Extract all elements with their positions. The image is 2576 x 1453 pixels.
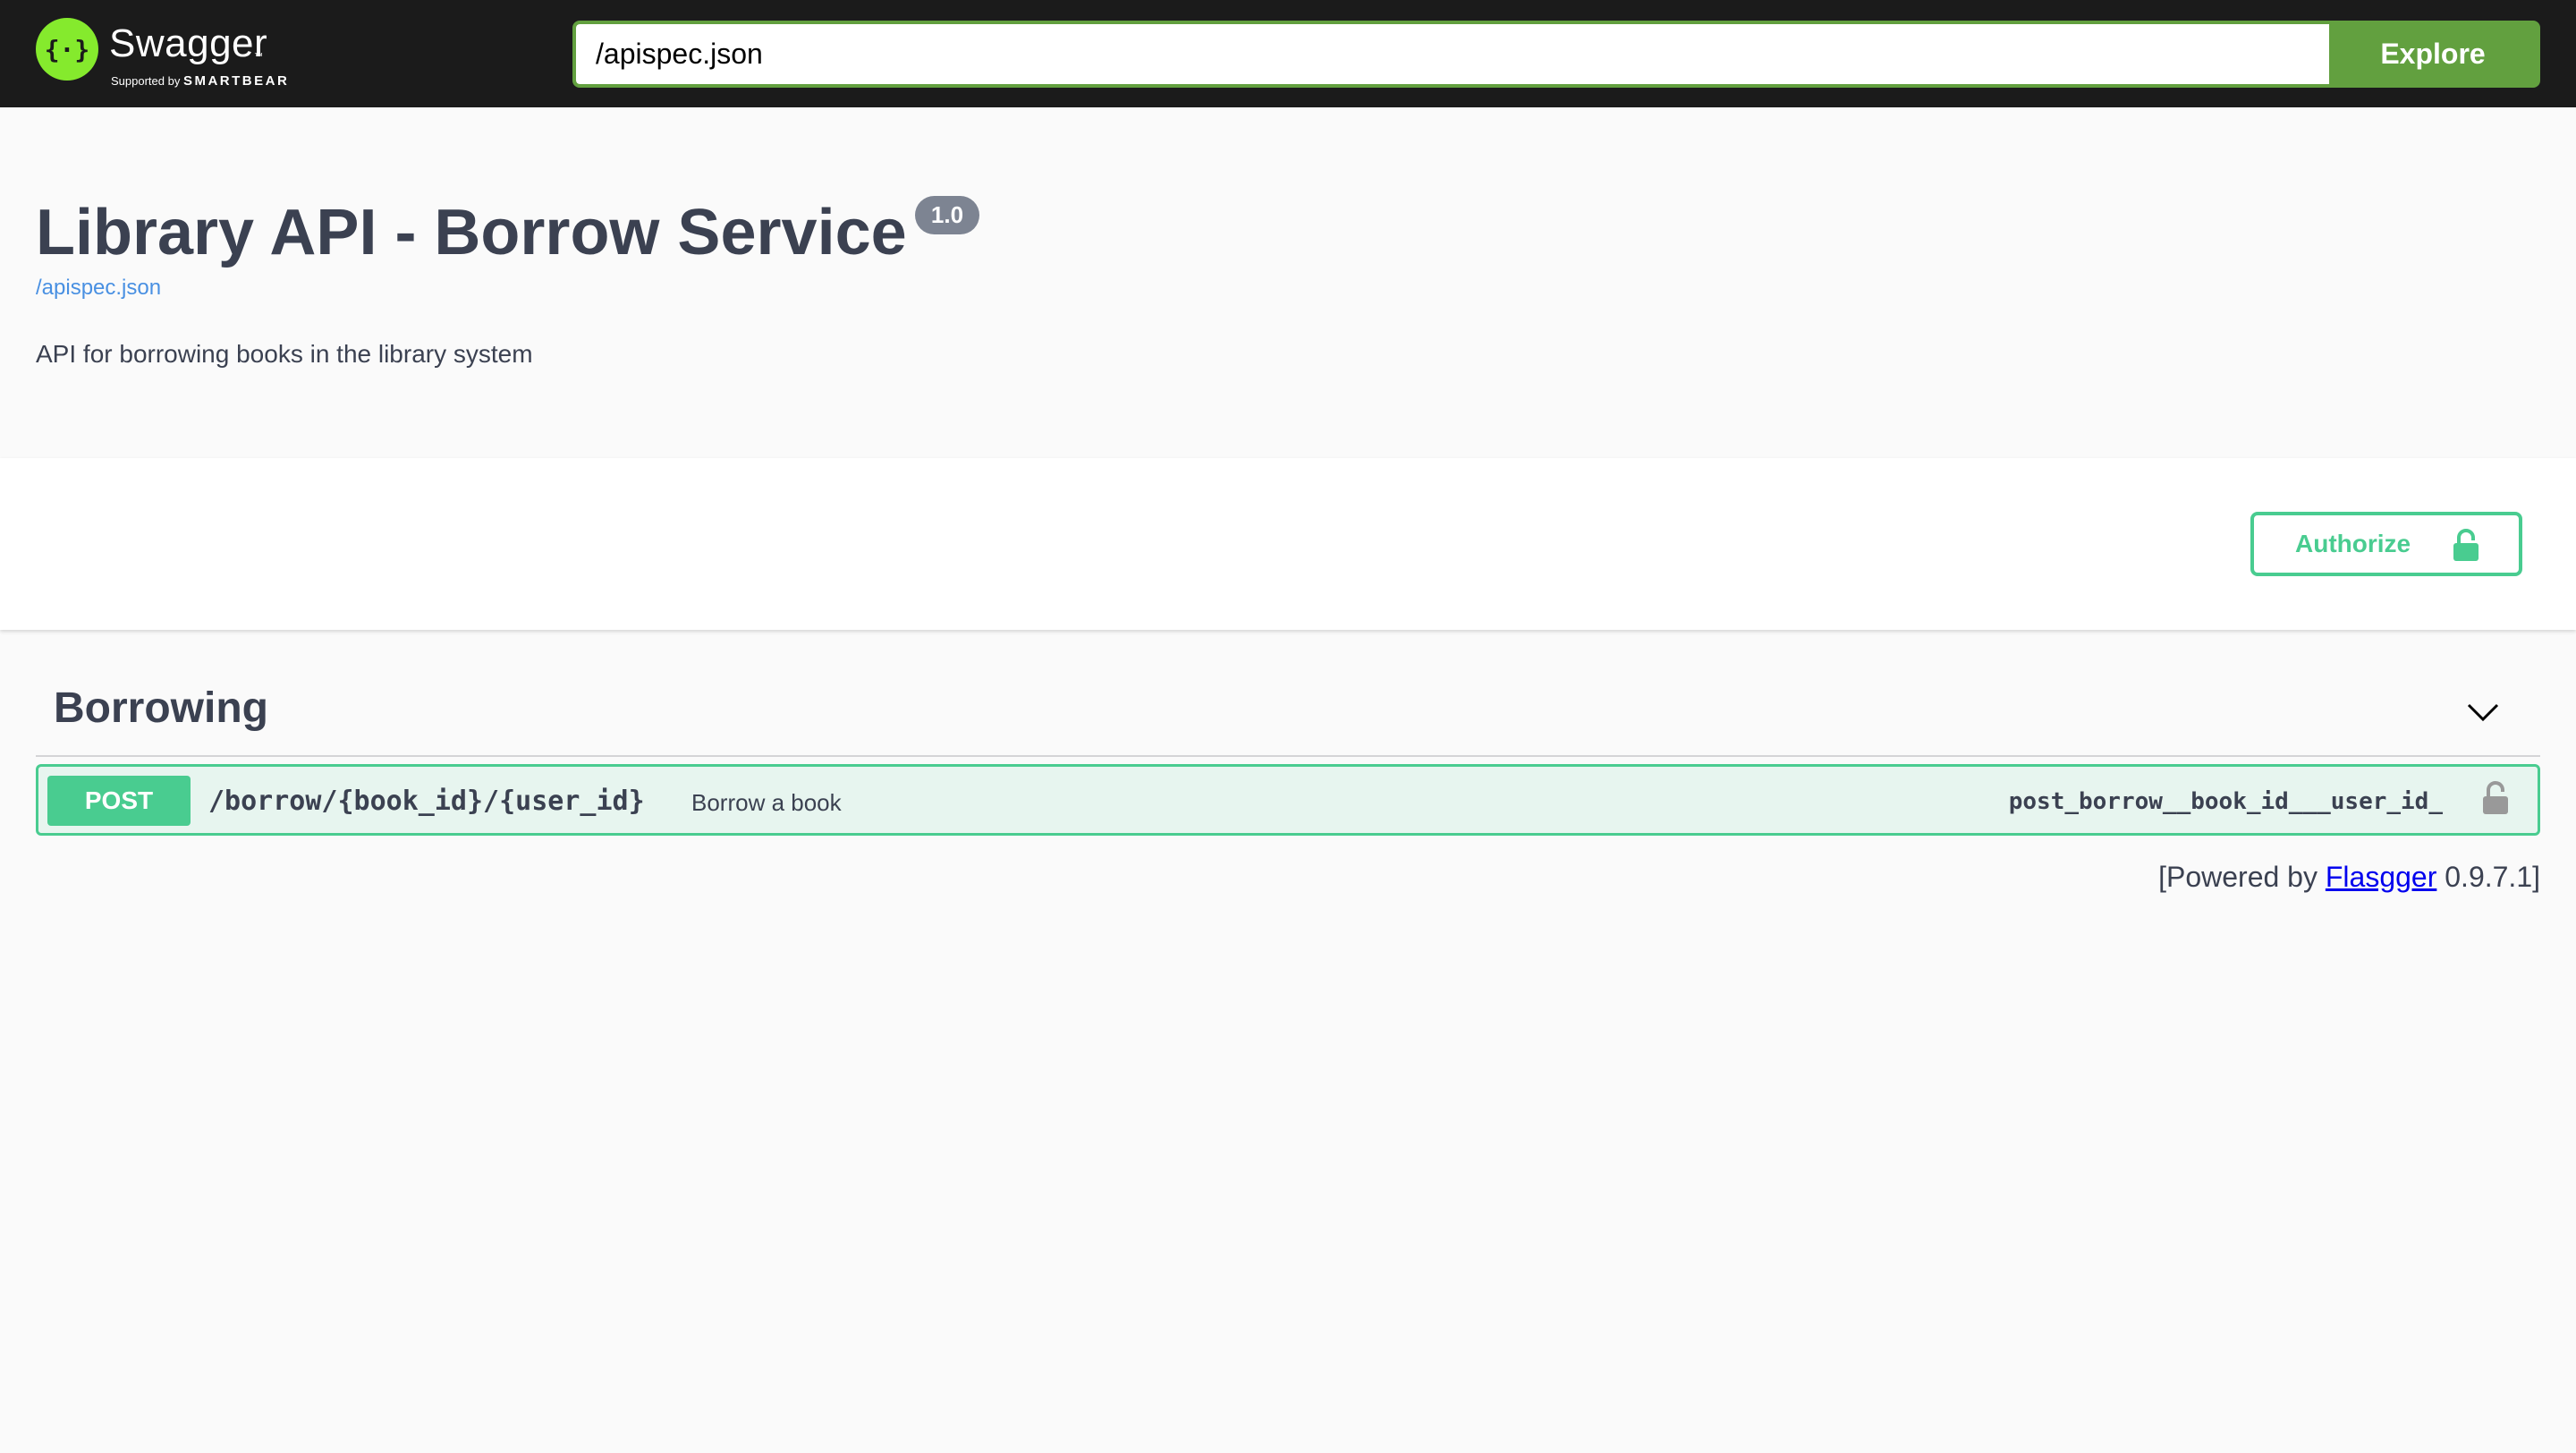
- lock-icon[interactable]: [2482, 780, 2509, 820]
- explore-form: Explore: [572, 21, 2540, 88]
- logo-supported-by: Supported by SMARTBEAR: [111, 73, 289, 89]
- spec-url-link[interactable]: /apispec.json: [36, 276, 161, 301]
- spec-url-input[interactable]: [576, 24, 2329, 84]
- logo-brand: Swagger: [109, 21, 268, 65]
- svg-text:{·}: {·}: [45, 35, 90, 64]
- operation-id: post_borrow__book_id___user_id_: [2008, 788, 2443, 815]
- lock-icon: [2453, 528, 2479, 568]
- supported-by-text: Supported by: [111, 74, 181, 88]
- scheme-container: Authorize: [0, 458, 2576, 630]
- tag-title: Borrowing: [54, 684, 268, 732]
- api-description: API for borrowing books in the library s…: [36, 340, 533, 368]
- authorize-label: Authorize: [2295, 530, 2411, 557]
- operation-summary: Borrow a book: [691, 789, 842, 816]
- footer-suffix: 0.9.7.1]: [2436, 861, 2540, 893]
- topbar: {·} Swagger ™ Supported by SMARTBEAR Exp…: [0, 0, 2576, 107]
- authorize-button[interactable]: Authorize: [2250, 512, 2522, 576]
- version-badge: 1.0: [915, 196, 979, 234]
- logo-trademark: ™: [254, 52, 263, 62]
- page-title: Library API - Borrow Service: [36, 197, 907, 268]
- operation-post-borrow[interactable]: POST /borrow/{book_id}/{user_id} Borrow …: [36, 764, 2540, 836]
- swagger-logo-icon[interactable]: {·}: [36, 18, 98, 81]
- chevron-down-icon[interactable]: [2462, 694, 2504, 730]
- method-badge: POST: [47, 776, 191, 826]
- tag-header-borrowing[interactable]: Borrowing: [36, 671, 2540, 757]
- powered-by-footer: [Powered by Flasgger 0.9.7.1]: [2158, 861, 2540, 894]
- footer-prefix: [Powered by: [2158, 861, 2326, 893]
- smartbear-text: SMARTBEAR: [182, 73, 290, 89]
- flasgger-link[interactable]: Flasgger: [2326, 861, 2437, 893]
- explore-button[interactable]: Explore: [2329, 24, 2537, 84]
- operation-path: /borrow/{book_id}/{user_id}: [208, 786, 645, 817]
